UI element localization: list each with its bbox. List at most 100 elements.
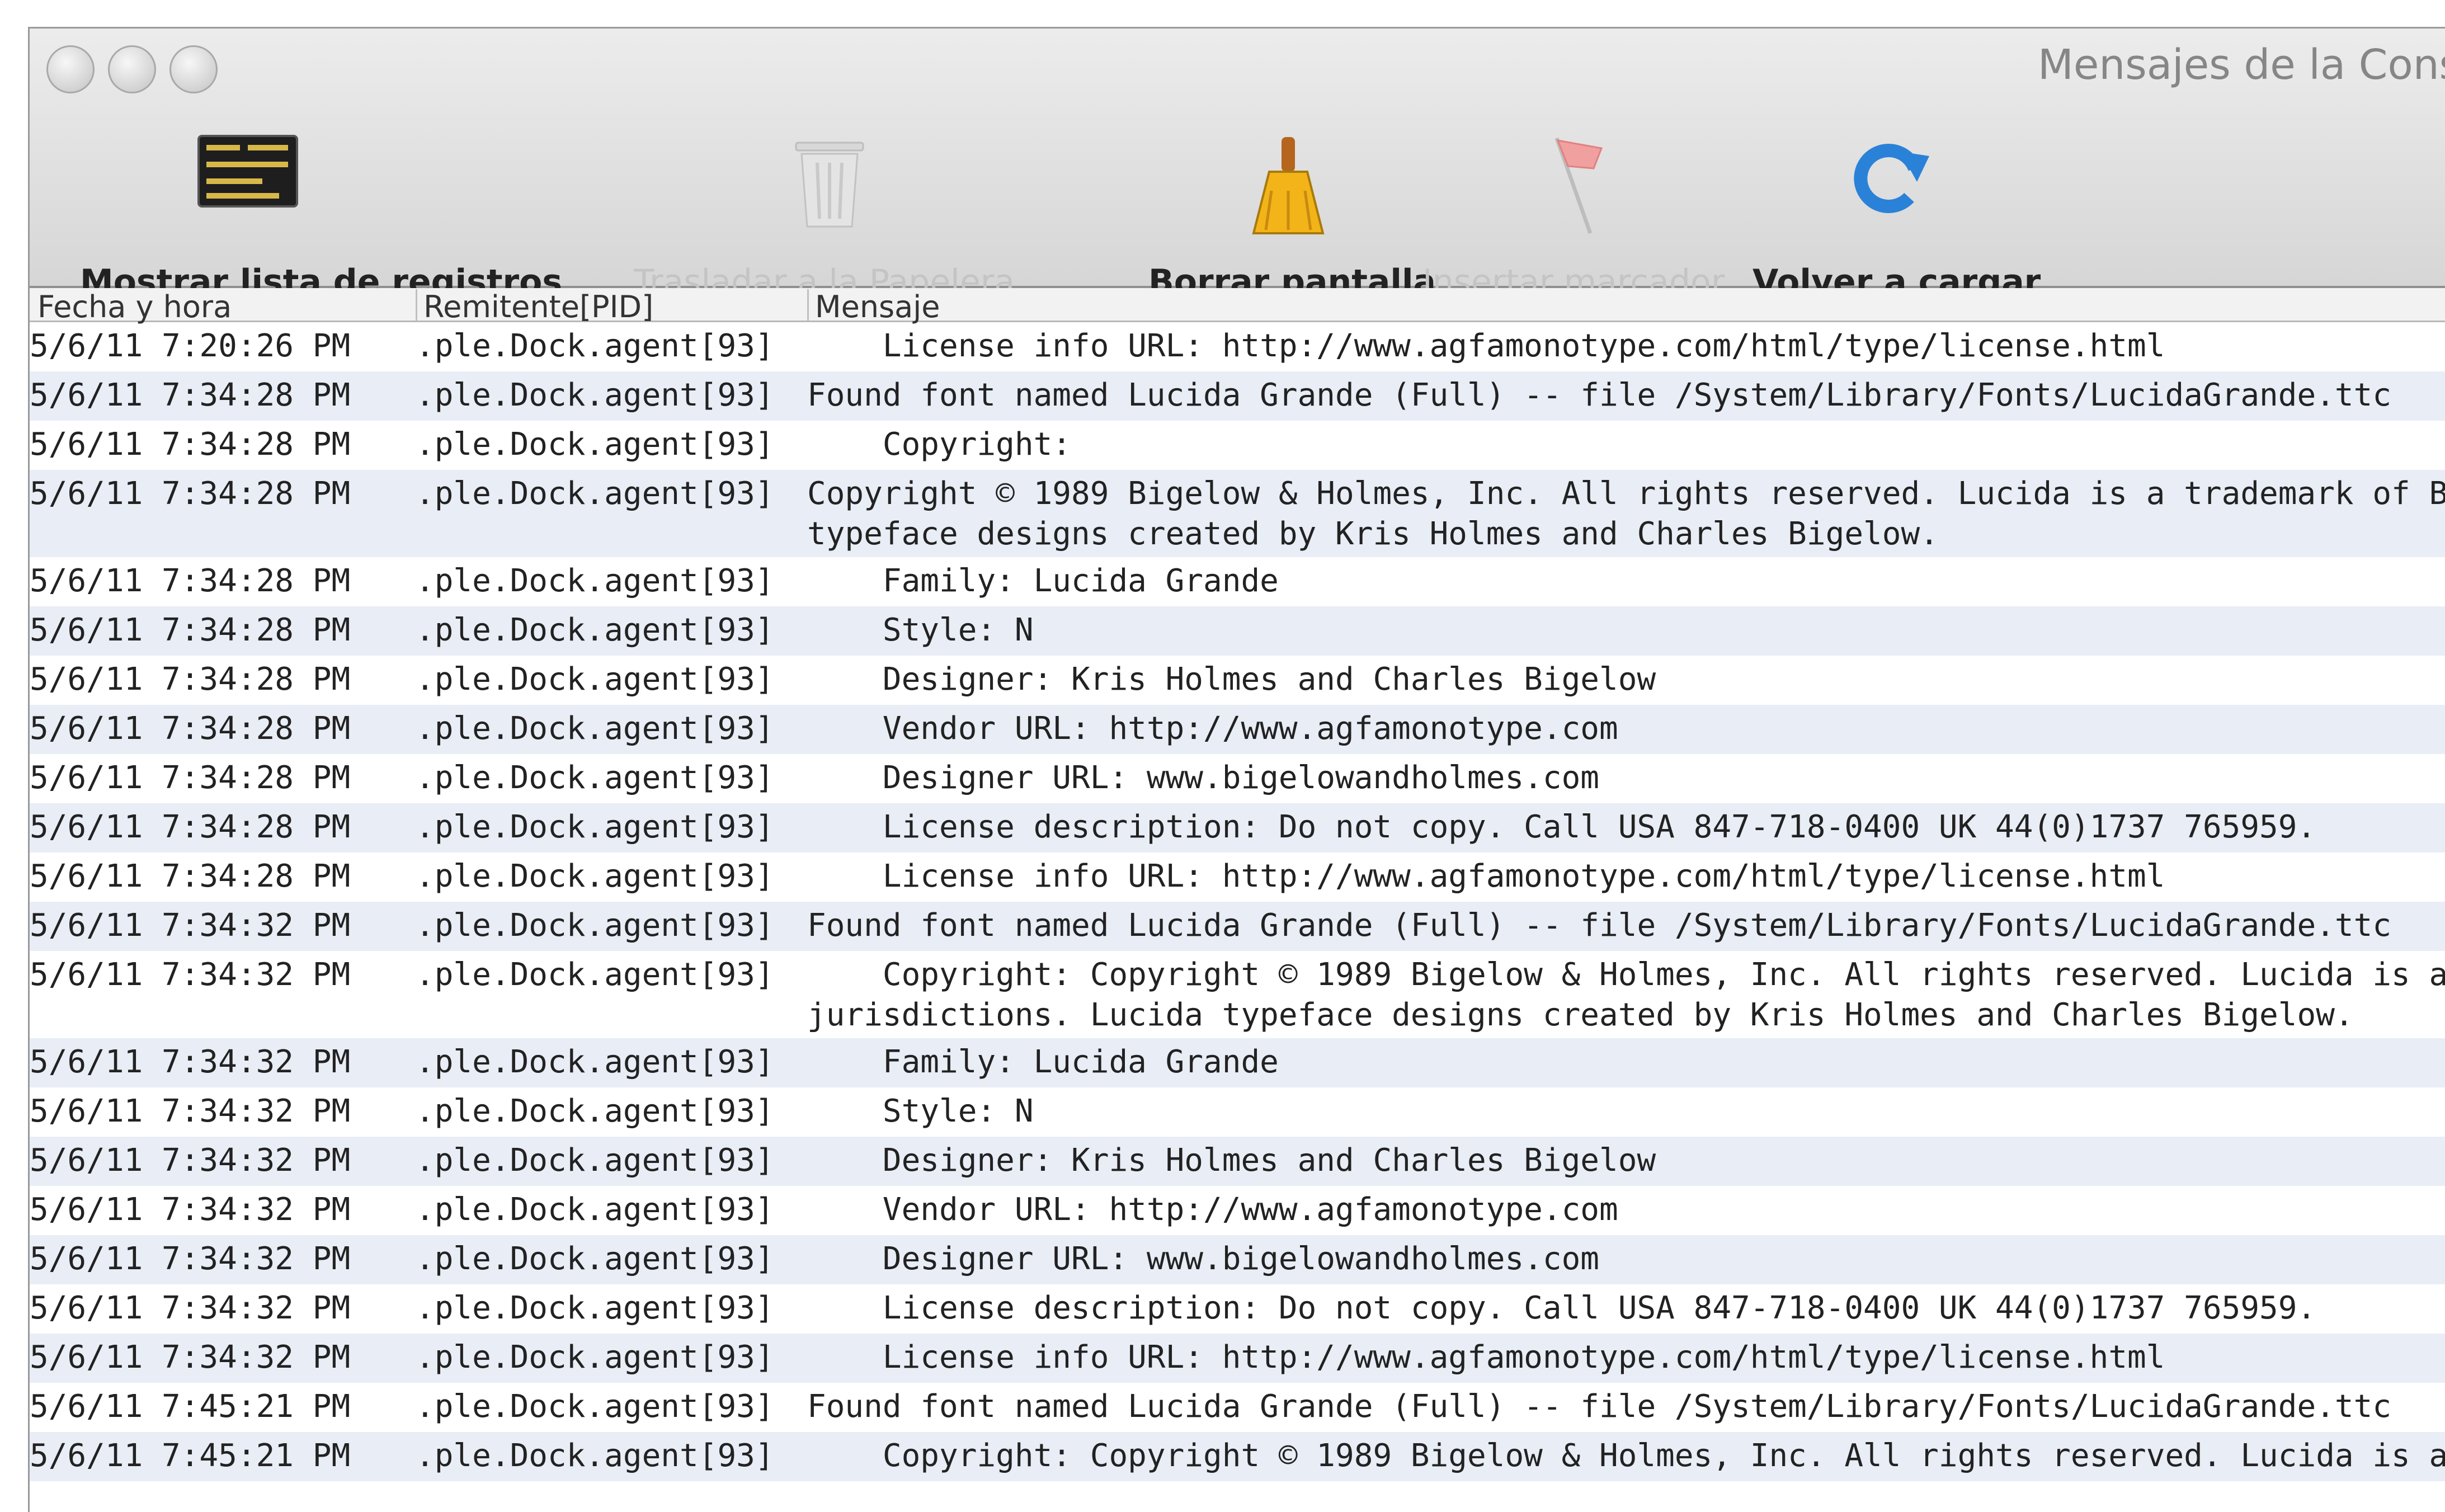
- row-date: 5/6/11 7:34:28 PM: [30, 858, 351, 894]
- window-toolbar: Mensajes de la Cons Mostrar lista de reg…: [30, 29, 2445, 302]
- clear-display-button[interactable]: Borrar pantalla: [1148, 135, 1436, 302]
- console-window: Mensajes de la Cons Mostrar lista de reg…: [28, 27, 2445, 1512]
- row-date: 5/6/11 7:34:32 PM: [30, 907, 351, 944]
- row-sender: .ple.Dock.agent[93]: [416, 1191, 774, 1228]
- row-date: 5/6/11 7:34:32 PM: [30, 1142, 351, 1179]
- row-date: 5/6/11 7:34:32 PM: [30, 1191, 351, 1228]
- row-date: 5/6/11 7:20:26 PM: [30, 328, 351, 364]
- row-message: Copyright: Copyright © 1989 Bigelow & Ho…: [807, 1438, 2445, 1474]
- row-message: Style: N: [807, 612, 1034, 648]
- table-row[interactable]: 5/6/11 7:45:21 PM .ple.Dock.agent[93] Foun…: [30, 1383, 2445, 1432]
- insert-marker-button[interactable]: Insertar marcador: [1422, 135, 1725, 302]
- row-message: License info URL: http://www.agfamonotyp…: [807, 1339, 2165, 1376]
- table-row[interactable]: 5/6/11 7:34:32 PM .ple.Dock.agent[93] Des…: [30, 1235, 2445, 1284]
- row-date: 5/6/11 7:34:28 PM: [30, 377, 351, 413]
- row-date: 5/6/11 7:34:32 PM: [30, 1093, 351, 1129]
- table-row[interactable]: 5/6/11 7:34:28 PM .ple.Dock.agent[93] Cop…: [30, 421, 2445, 470]
- table-row[interactable]: 5/6/11 7:34:32 PM .ple.Dock.agent[93] Cop…: [30, 951, 2445, 1038]
- row-message: Vendor URL: http://www.agfamonotype.com: [807, 710, 1618, 747]
- row-date: 5/6/11 7:34:32 PM: [30, 1290, 351, 1326]
- table-row[interactable]: 5/6/11 7:34:28 PM .ple.Dock.agent[93] Des…: [30, 656, 2445, 705]
- table-row[interactable]: 5/6/11 7:34:32 PM .ple.Dock.agent[93] Des…: [30, 1137, 2445, 1186]
- row-sender: .ple.Dock.agent[93]: [416, 1290, 774, 1326]
- table-row[interactable]: 5/6/11 7:34:32 PM .ple.Dock.agent[93] Sty…: [30, 1087, 2445, 1137]
- table-row[interactable]: 5/6/11 7:34:32 PM .ple.Dock.agent[93] Ven…: [30, 1186, 2445, 1235]
- table-row[interactable]: 5/6/11 7:34:28 PM .ple.Dock.agent[93] Des…: [30, 754, 2445, 803]
- show-logs-button[interactable]: Mostrar lista de registros: [80, 135, 562, 302]
- row-date: 5/6/11 7:34:28 PM: [30, 475, 351, 512]
- row-sender: .ple.Dock.agent[93]: [416, 563, 774, 599]
- row-sender: .ple.Dock.agent[93]: [416, 809, 774, 845]
- row-sender: .ple.Dock.agent[93]: [416, 957, 774, 993]
- table-row[interactable]: 5/6/11 7:20:26 PM .ple.Dock.agent[93] Lic…: [30, 322, 2445, 371]
- zoom-window-button[interactable]: [169, 45, 218, 93]
- row-sender: .ple.Dock.agent[93]: [416, 1093, 774, 1129]
- row-message: Copyright:: [807, 426, 1072, 463]
- log-table[interactable]: 5/6/11 7:20:26 PM .ple.Dock.agent[93] Lic…: [30, 322, 2445, 1481]
- window-title: Mensajes de la Cons: [2038, 41, 2445, 89]
- row-message: Copyright © 1989 Bigelow & Holmes, Inc. …: [807, 475, 2445, 512]
- table-row[interactable]: 5/6/11 7:34:32 PM .ple.Dock.agent[93] Foun…: [30, 902, 2445, 951]
- row-sender: .ple.Dock.agent[93]: [416, 1241, 774, 1277]
- row-date: 5/6/11 7:34:28 PM: [30, 612, 351, 648]
- row-date: 5/6/11 7:34:28 PM: [30, 809, 351, 845]
- table-row[interactable]: 5/6/11 7:34:28 PM .ple.Dock.agent[93] Ven…: [30, 705, 2445, 754]
- table-row[interactable]: 5/6/11 7:45:21 PM .ple.Dock.agent[93] Cop…: [30, 1432, 2445, 1481]
- row-sender: .ple.Dock.agent[93]: [416, 1142, 774, 1179]
- row-message: Vendor URL: http://www.agfamonotype.com: [807, 1191, 1618, 1228]
- move-to-trash-button[interactable]: Trasladar a la Papelera: [634, 135, 1015, 302]
- row-sender: .ple.Dock.agent[93]: [416, 907, 774, 944]
- row-sender: .ple.Dock.agent[93]: [416, 1339, 774, 1376]
- row-date: 5/6/11 7:34:32 PM: [30, 1339, 351, 1376]
- reload-button[interactable]: Volver a cargar: [1753, 135, 2041, 302]
- row-sender: .ple.Dock.agent[93]: [416, 1044, 774, 1080]
- row-message: Designer: Kris Holmes and Charles Bigelo…: [807, 1142, 1656, 1179]
- row-message: Family: Lucida Grande: [807, 1044, 1279, 1080]
- row-sender: .ple.Dock.agent[93]: [416, 377, 774, 413]
- close-window-button[interactable]: [46, 45, 95, 93]
- row-message: Family: Lucida Grande: [807, 563, 1279, 599]
- row-date: 5/6/11 7:45:21 PM: [30, 1388, 351, 1425]
- row-sender: .ple.Dock.agent[93]: [416, 1438, 774, 1474]
- row-message: License description: Do not copy. Call U…: [807, 1290, 2316, 1326]
- table-row[interactable]: 5/6/11 7:34:32 PM .ple.Dock.agent[93] Lic…: [30, 1284, 2445, 1334]
- table-row[interactable]: 5/6/11 7:34:32 PM .ple.Dock.agent[93] Lic…: [30, 1334, 2445, 1383]
- row-message: Found font named Lucida Grande (Full) --…: [807, 1388, 2392, 1425]
- row-message: Copyright: Copyright © 1989 Bigelow & Ho…: [807, 957, 2445, 993]
- row-sender: .ple.Dock.agent[93]: [416, 760, 774, 796]
- row-date: 5/6/11 7:34:28 PM: [30, 661, 351, 698]
- row-sender: .ple.Dock.agent[93]: [416, 710, 774, 747]
- row-message-continuation: typeface designs created by Kris Holmes …: [807, 516, 1939, 552]
- column-sender-header[interactable]: Remitente[PID]: [416, 289, 809, 324]
- row-message: Found font named Lucida Grande (Full) --…: [807, 907, 2392, 944]
- row-sender: .ple.Dock.agent[93]: [416, 858, 774, 894]
- table-row[interactable]: 5/6/11 7:34:28 PM .ple.Dock.agent[93] Foun…: [30, 371, 2445, 421]
- row-date: 5/6/11 7:34:28 PM: [30, 563, 351, 599]
- trash-icon: [795, 142, 864, 228]
- table-row[interactable]: 5/6/11 7:34:28 PM .ple.Dock.agent[93] Lic…: [30, 852, 2445, 902]
- column-message-header[interactable]: Mensaje: [807, 289, 2437, 324]
- table-row[interactable]: 5/6/11 7:34:28 PM .ple.Dock.agent[93] Fam…: [30, 557, 2445, 606]
- row-sender: .ple.Dock.agent[93]: [416, 328, 774, 364]
- table-row[interactable]: 5/6/11 7:34:28 PM .ple.Dock.agent[93] Sty…: [30, 606, 2445, 656]
- row-sender: .ple.Dock.agent[93]: [416, 426, 774, 463]
- row-message: License info URL: http://www.agfamonotyp…: [807, 328, 2165, 364]
- row-date: 5/6/11 7:34:32 PM: [30, 957, 351, 993]
- row-sender: .ple.Dock.agent[93]: [416, 612, 774, 648]
- row-message-continuation: jurisdictions. Lucida typeface designs c…: [807, 997, 2354, 1033]
- row-message: Style: N: [807, 1093, 1034, 1129]
- table-row[interactable]: 5/6/11 7:34:28 PM .ple.Dock.agent[93] Lic…: [30, 803, 2445, 852]
- row-date: 5/6/11 7:34:28 PM: [30, 710, 351, 747]
- row-message: Designer: Kris Holmes and Charles Bigelo…: [807, 661, 1656, 698]
- row-date: 5/6/11 7:34:32 PM: [30, 1044, 351, 1080]
- minimize-window-button[interactable]: [108, 45, 156, 93]
- row-date: 5/6/11 7:34:32 PM: [30, 1241, 351, 1277]
- row-message: License info URL: http://www.agfamonotyp…: [807, 858, 2165, 894]
- row-message: Designer URL: www.bigelowandholmes.com: [807, 760, 1600, 796]
- row-date: 5/6/11 7:34:28 PM: [30, 426, 351, 463]
- table-row[interactable]: 5/6/11 7:34:32 PM .ple.Dock.agent[93] Fam…: [30, 1038, 2445, 1087]
- marker-flag-icon: [1554, 137, 1603, 234]
- table-row[interactable]: 5/6/11 7:34:28 PM .ple.Dock.agent[93] Copy…: [30, 470, 2445, 557]
- column-date-header[interactable]: Fecha y hora: [30, 289, 417, 324]
- row-message: License description: Do not copy. Call U…: [807, 809, 2316, 845]
